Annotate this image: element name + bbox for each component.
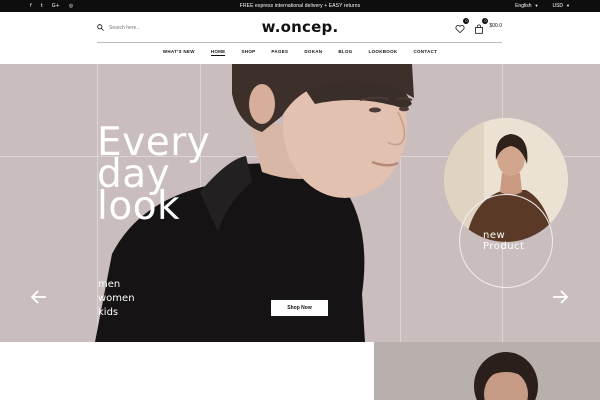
category-link-kids[interactable]: kids (98, 306, 135, 320)
chevron-down-icon: ▼ (566, 3, 570, 8)
promo-message: FREE express international delivery + EA… (239, 3, 361, 9)
nav-item-shop[interactable]: SHOP (241, 49, 255, 54)
main-nav: WHAT'S NEW HOME SHOP PAGES DOKAN BLOG LO… (0, 49, 600, 56)
wishlist-count-badge: 0 (463, 18, 470, 24)
nav-item-home[interactable]: HOME (210, 49, 226, 56)
site-logo[interactable]: w.oncep. (0, 18, 600, 36)
new-product-line: new (483, 230, 506, 241)
chevron-down-icon: ▼ (534, 3, 539, 8)
nav-item-dokan[interactable]: DOKAN (304, 49, 322, 54)
headline-line: look (97, 184, 181, 229)
currency-label: USD (552, 3, 564, 9)
nav-item-contact[interactable]: CONTACT (413, 49, 437, 54)
header-divider (97, 42, 502, 43)
promo-banner-image[interactable] (374, 342, 600, 400)
nav-item-lookbook[interactable]: LOOKBOOK (369, 49, 398, 54)
nav-item-blog[interactable]: BLOG (338, 49, 352, 54)
currency-selector[interactable]: USD ▼ (552, 0, 570, 12)
shopping-bag-icon (475, 24, 484, 34)
slider-prev-button[interactable] (30, 288, 48, 306)
hero-categories: men women kids (98, 278, 135, 320)
heart-icon (455, 25, 465, 34)
category-link-women[interactable]: women (98, 292, 135, 306)
banner-model-image (374, 342, 600, 400)
arrow-left-icon (30, 290, 46, 304)
site-header: w.oncep. 0 0 $00.0 WHAT'S NEW HOME SHOP … (0, 12, 600, 64)
slider-next-button[interactable] (551, 288, 569, 306)
nav-item-pages[interactable]: PAGES (271, 49, 288, 54)
cart-button[interactable]: 0 (474, 18, 489, 34)
new-product-label[interactable]: new Product (483, 230, 524, 252)
arrow-right-icon (553, 290, 569, 304)
top-bar: f t G+ ◎ FREE express international deli… (0, 0, 600, 12)
new-product-line: Product (483, 241, 525, 252)
category-link-men[interactable]: men (98, 278, 135, 292)
hero-slider: Every day look men women kids Shop Now n… (0, 64, 600, 342)
content-section (0, 342, 374, 400)
cart-total[interactable]: $00.0 (489, 23, 502, 29)
wishlist-button[interactable]: 0 (455, 18, 470, 34)
language-label: English (515, 3, 532, 9)
cart-count-badge: 0 (482, 18, 489, 24)
shop-now-button[interactable]: Shop Now (271, 300, 328, 316)
language-selector[interactable]: English ▼ (515, 0, 538, 12)
hero-headline: Every day look (97, 123, 210, 229)
nav-item-whats-new[interactable]: WHAT'S NEW (163, 49, 195, 54)
